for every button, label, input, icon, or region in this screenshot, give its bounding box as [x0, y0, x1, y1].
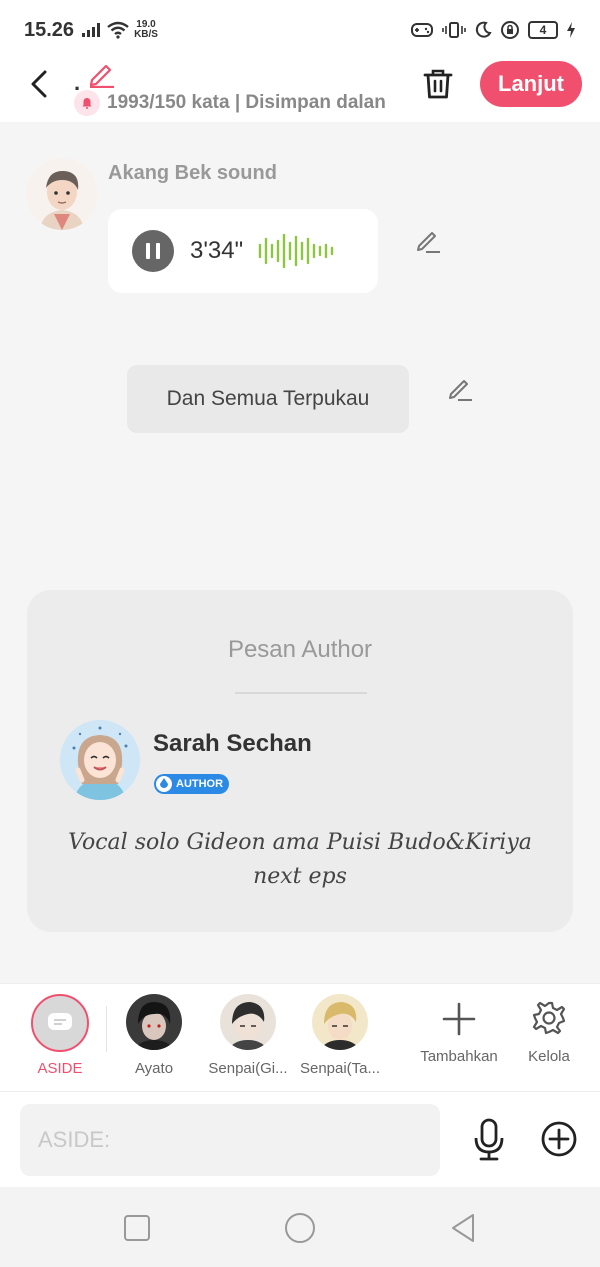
edit-audio-icon[interactable]: [414, 226, 442, 254]
back-button[interactable]: [22, 64, 56, 104]
system-navigation-bar: [0, 1187, 600, 1267]
ayato-portrait: [126, 994, 182, 1050]
add-media-icon[interactable]: [540, 1120, 578, 1158]
character-label: Senpai(Gi...: [208, 1060, 288, 1077]
speed-unit: KB/S: [134, 29, 158, 40]
avatar: [220, 994, 276, 1050]
author-name: Sarah Sechan: [153, 730, 312, 757]
author-badge-label: AUTHOR: [176, 778, 224, 790]
status-bar: 15.26 19.0 KB/S 4: [0, 0, 600, 60]
gamepad-icon: [411, 23, 433, 37]
divider: [106, 1006, 107, 1052]
audio-duration: 3'34": [190, 237, 244, 264]
recents-icon[interactable]: [120, 1211, 154, 1245]
character-label: Ayato: [134, 1060, 174, 1077]
vibrate-icon: [442, 22, 466, 38]
chevron-left-icon: [31, 70, 47, 98]
audio-message[interactable]: 3'34": [108, 209, 378, 293]
signal-icon: [82, 23, 101, 37]
aside-avatar: [31, 994, 89, 1052]
composer: [0, 1091, 600, 1187]
waveform-icon: [258, 233, 334, 269]
status-right: 4: [410, 20, 576, 40]
battery-icon: 4: [528, 21, 558, 39]
add-character-button[interactable]: Tambahkan: [414, 996, 504, 1065]
editor-header: . 1993/150 kata | Disimpan dalan Lanjut: [0, 60, 600, 122]
pause-icon: [146, 243, 160, 259]
edit-title-icon[interactable]: [86, 58, 116, 88]
avatar: [126, 994, 182, 1050]
character-senpai-gi[interactable]: Senpai(Gi...: [203, 994, 293, 1077]
manage-button[interactable]: Kelola: [514, 996, 584, 1065]
senpai-ta-portrait: [312, 994, 368, 1050]
back-nav-icon[interactable]: [446, 1211, 480, 1245]
divider: [235, 692, 367, 694]
pause-button[interactable]: [132, 230, 174, 272]
chat-bubble-icon: [48, 1013, 72, 1030]
delete-button[interactable]: [420, 66, 456, 102]
senpai-gi-portrait: [220, 994, 276, 1050]
character-senpai-ta[interactable]: Senpai(Ta...: [295, 994, 385, 1077]
character-label: ASIDE: [37, 1060, 83, 1077]
character-ayato[interactable]: Ayato: [109, 994, 199, 1077]
speaker-name: Akang Bek sound: [108, 162, 277, 184]
manage-label: Kelola: [528, 1048, 570, 1065]
pen-nib-icon: [156, 776, 172, 792]
author-avatar: [60, 720, 140, 800]
word-count-status: 1993/150 kata | Disimpan dalan: [107, 92, 386, 113]
lock-rotation-icon: [501, 21, 519, 39]
character-selector: ASIDE Ayato Senpai(Gi... Senpai(Ta... Ta…: [0, 983, 600, 1091]
author-portrait: [60, 720, 140, 800]
microphone-icon[interactable]: [470, 1118, 508, 1162]
author-badge: AUTHOR: [154, 774, 230, 794]
wifi-icon: [107, 21, 129, 39]
avatar: [312, 994, 368, 1050]
gear-icon: [532, 1001, 566, 1035]
add-label: Tambahkan: [420, 1048, 498, 1065]
status-time: 15.26: [24, 18, 75, 41]
author-message-card[interactable]: Pesan Author Sarah Sechan AUTHOR Vocal s…: [27, 590, 573, 932]
charging-icon: [567, 22, 575, 38]
trash-icon: [423, 69, 453, 99]
next-button[interactable]: Lanjut: [480, 61, 582, 107]
bell-icon: [74, 90, 100, 116]
character-label: Senpai(Ta...: [299, 1060, 381, 1077]
character-aside[interactable]: ASIDE: [15, 994, 105, 1077]
network-speed: 19.0 KB/S: [134, 20, 158, 40]
message-input[interactable]: [20, 1104, 440, 1176]
author-card-heading: Pesan Author: [227, 636, 373, 663]
home-icon[interactable]: [283, 1211, 317, 1245]
plus-icon: [442, 1002, 476, 1036]
author-message-text: Vocal solo Gideon ama Puisi Budo&Kiriya …: [68, 830, 532, 889]
character-portrait: [26, 158, 98, 230]
edit-text-icon[interactable]: [446, 374, 474, 402]
text-message[interactable]: Dan Semua Terpukau: [127, 365, 409, 433]
moon-icon: [475, 21, 492, 38]
avatar[interactable]: [26, 158, 98, 230]
